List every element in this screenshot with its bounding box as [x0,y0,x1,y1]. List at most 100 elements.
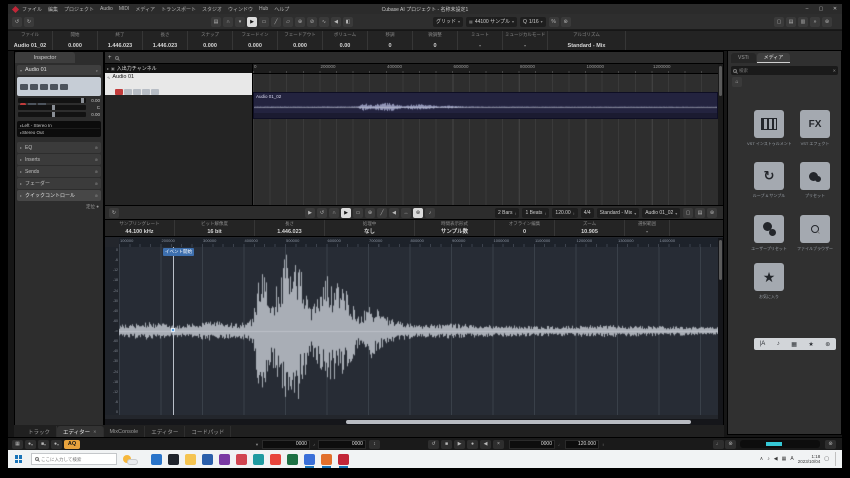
taskbar-app-icon[interactable] [321,454,332,465]
audition-loop-button[interactable]: ↺ [317,208,327,218]
info-line-column[interactable]: 微調整 0 [413,31,458,50]
tempo-stepper[interactable]: 120.00↕ [552,208,577,218]
section-option-icon[interactable]: ⊛ [95,145,98,150]
bottom-tab[interactable]: エディター ✕ [57,426,103,437]
info-line-column[interactable]: スナップ 0.000 [188,31,233,50]
monitor-button[interactable] [124,89,132,95]
menu-item[interactable]: プロジェクト [64,6,94,13]
info-line-value[interactable]: 1.446.023 [100,43,140,49]
volume-slider[interactable] [18,98,86,103]
automation-read-button[interactable] [142,89,150,95]
tab-vsti[interactable]: VSTi [731,53,756,63]
taskbar-app-icon[interactable] [185,454,196,465]
info-line-value[interactable]: 0.000 [280,43,320,49]
menu-item[interactable]: メディア [135,6,155,13]
taskbar-app-icon[interactable] [253,454,264,465]
taskbar-app-icon[interactable] [168,454,179,465]
routing-input-row[interactable]: ▸ Left - Stereo In [18,122,100,129]
editor-ruler[interactable]: 1000002000003000004000005000006000007000… [119,238,719,247]
sync-button[interactable]: ⊛ [725,440,736,449]
record-enable-button[interactable] [115,89,123,95]
tile-user-presets[interactable] [754,215,784,243]
editor-info-column[interactable]: 選択範囲 - [625,220,670,236]
inspector-tab[interactable]: Inspector [15,52,75,63]
pan-slider[interactable] [18,105,86,110]
home-button[interactable]: ⌂ [732,77,742,87]
editor-info-value[interactable]: 1.446.023 [257,229,322,235]
filter-rating-icon[interactable]: ★ [808,341,813,348]
pencil-tool[interactable]: ╱ [271,17,281,27]
info-line-column[interactable]: ファイル Audio 01_02 [8,31,53,50]
editor-info-column[interactable]: サンプリングレート 44.100 kHz [105,220,175,236]
editor-info-value[interactable]: 16 bit [177,229,252,235]
info-line-column[interactable]: ボリューム 0.00 [323,31,368,50]
layout-bottom-button[interactable]: ▤ [786,17,796,27]
info-line-column[interactable]: 長さ 1.446.023 [143,31,188,50]
filter-style-icon[interactable]: ▦ [791,341,797,348]
bottom-tab[interactable]: トラック ✕ [22,426,57,437]
menu-item[interactable]: ファイル [22,6,42,13]
inspector-section[interactable]: ▸ Inserts ⊛ [17,154,101,165]
object-select-tool[interactable]: ▶ [341,208,351,218]
track-name[interactable]: Audio 01 [112,74,134,80]
add-track-button[interactable]: + [108,55,112,61]
editor-info-column[interactable]: 処理中 なし [325,220,415,236]
editor-info-column[interactable]: 長さ 1.446.023 [255,220,325,236]
editor-vertical-scrollbar[interactable] [718,238,723,425]
taskbar-app-icon[interactable] [236,454,247,465]
editor-option-button[interactable]: ▢ [683,208,693,218]
stop-button[interactable]: ■ [441,440,452,449]
editor-option-button[interactable]: ▤ [695,208,705,218]
menu-item[interactable]: Audio [100,6,113,12]
tab-media[interactable]: メディア [757,53,791,63]
project-ruler[interactable]: 020000040000060000080000010000001200000 [253,64,719,74]
automation-read-button[interactable] [50,84,58,90]
menu-item[interactable]: ウィンドウ [228,6,253,13]
editor-info-column[interactable]: ズーム 10.905 [555,220,625,236]
solo-editor-button[interactable]: ↻ [109,208,119,218]
taskbar-search-input[interactable] [41,457,113,462]
zoom-tool[interactable]: ⊕ [295,17,305,27]
autoscroll-button[interactable]: ▤ [211,17,221,27]
signature-display[interactable]: 4/4 [581,208,594,218]
menu-item[interactable]: トランスポート [161,6,196,13]
tray-speaker-icon[interactable]: ◀ [774,456,778,462]
automation-write-button[interactable] [60,84,68,90]
search-track-icon[interactable] [115,56,119,60]
tile-file-browser[interactable] [800,215,830,243]
stepper-icon[interactable]: ↕ [602,442,604,447]
weather-widget[interactable] [121,453,141,466]
erase-tool[interactable]: ▱ [283,17,293,27]
project-vertical-scrollbar[interactable] [718,64,723,206]
scrollbar-thumb[interactable] [719,66,722,96]
taskbar-app-icon[interactable] [219,454,230,465]
tray-network-icon[interactable]: ▦ [782,456,787,462]
menu-item[interactable]: ヘルプ [274,6,289,13]
menu-item[interactable]: スタジオ [202,6,222,13]
edit-channel-button[interactable] [133,89,141,95]
snap-type-dropdown[interactable]: ▾ [235,17,245,27]
clip-dropdown[interactable]: Audio 01_02▾ [642,208,680,218]
info-line-value[interactable]: 0.000 [235,43,275,49]
pan-value[interactable]: C [88,105,100,110]
click-button[interactable]: × [493,440,504,449]
taskbar-app-icon[interactable] [287,454,298,465]
section-option-icon[interactable]: ⊛ [95,181,98,186]
vari-audio-button[interactable]: ⊛ [413,208,423,218]
info-line-value[interactable]: Standard - Mix [550,43,623,49]
undo-button[interactable]: ↺ [12,17,22,27]
color-tool[interactable]: ◧ [343,17,353,27]
editor-info-value[interactable]: なし [327,227,412,235]
solo-button[interactable] [30,84,38,90]
bottom-tab[interactable]: コードパッド ✕ [185,426,231,437]
filter-instrument-icon[interactable]: ♪ [777,341,780,347]
automation-write-button[interactable] [151,89,159,95]
info-line-column[interactable]: ミュージカルモード - [503,31,548,50]
pencil-tool[interactable]: ╱ [377,208,387,218]
close-icon[interactable]: ✕ [833,68,836,73]
section-option-icon[interactable]: ⊛ [95,193,98,198]
editor-info-value[interactable]: 44.100 kHz [107,229,172,235]
taskbar-clock[interactable]: 1:18 2023/10/04 [798,454,821,465]
routing-output-row[interactable]: ▸ Stereo Out [18,129,100,136]
dot-icon[interactable]: ● [96,204,99,209]
